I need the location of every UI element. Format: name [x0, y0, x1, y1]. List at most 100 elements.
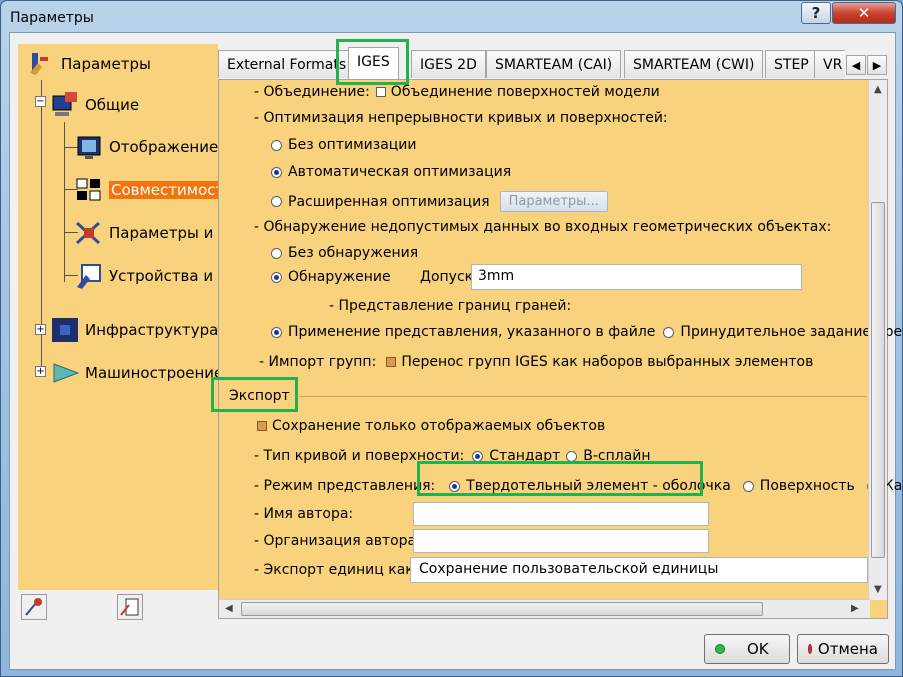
- organization-label: - Организация автора:: [254, 533, 421, 549]
- units-select[interactable]: Сохранение пользовательской единицы: [410, 557, 868, 583]
- detect-none-radio[interactable]: Без обнаружения: [271, 245, 418, 261]
- optimization-title-text: - Оптимизация непрерывности кривых и пов…: [254, 110, 668, 126]
- horizontal-scroll-thumb[interactable]: [241, 602, 763, 616]
- detect-title: - Обнаружение недопустимых данных во вхо…: [254, 219, 831, 235]
- tree-item-label: Общие: [85, 96, 140, 114]
- expand-toggle[interactable]: +: [35, 366, 46, 377]
- tab-step[interactable]: STEP: [765, 50, 818, 78]
- tree-item-label: Параметры: [61, 55, 151, 73]
- tolerance-input[interactable]: 3mm: [471, 264, 802, 290]
- cancel-label: Отмена: [817, 640, 878, 658]
- tab-iges-2d[interactable]: IGES 2D: [411, 50, 486, 78]
- tab-vr[interactable]: VR: [814, 50, 845, 78]
- face-repr-file-radio[interactable]: [271, 326, 282, 338]
- group-import-checkbox[interactable]: [386, 357, 397, 367]
- help-icon: ?: [811, 4, 821, 22]
- detect-title-text: - Обнаружение недопустимых данных во вхо…: [254, 219, 832, 235]
- tab-iges[interactable]: IGES: [348, 47, 399, 79]
- tolerance-label: Допуск:: [420, 269, 478, 285]
- checkbox-label: Сохранение только отображаемых объектов: [272, 418, 606, 434]
- author-input[interactable]: [413, 502, 709, 526]
- close-icon: ✕: [857, 4, 871, 22]
- tree-item-compatibility[interactable]: Совместимость: [74, 175, 218, 205]
- opt-extended-radio[interactable]: Расширенная оптимизация Параметры...: [271, 191, 608, 212]
- radio-label: Стандарт: [489, 448, 561, 464]
- radio-label: Применение представления, указанного в ф…: [288, 324, 656, 340]
- checkbox-label: Перенос групп IGES как наборов выбранных…: [401, 354, 814, 370]
- vertical-scroll-thumb[interactable]: [871, 202, 885, 558]
- options-dialog: Параметры ? ✕ Параметры − Общие Отображе…: [0, 0, 903, 677]
- tree-item-label: Инфраструктура: [85, 321, 218, 339]
- face-repr-forced-radio[interactable]: [663, 326, 675, 338]
- horizontal-scrollbar[interactable]: ◀ ▶: [219, 599, 870, 618]
- opt-auto-radio[interactable]: Автоматическая оптимизация: [271, 164, 511, 180]
- display-icon: [74, 132, 104, 162]
- radio-label: Поверхность: [759, 478, 855, 494]
- repr-solid-radio[interactable]: [449, 480, 461, 492]
- infrastructure-icon: [50, 315, 80, 345]
- author-label: - Имя автора:: [254, 506, 354, 522]
- pin-tool-icon: [25, 598, 42, 616]
- cancel-button[interactable]: Отмена: [797, 634, 889, 664]
- organization-row: - Организация автора:: [254, 529, 709, 553]
- tree-item-label: Отображение: [109, 138, 218, 156]
- radio-label: В-сплайн: [583, 448, 651, 464]
- chevron-left-icon: ◀: [851, 58, 861, 72]
- tree-item-general[interactable]: Общие: [50, 90, 139, 120]
- save-visible-row[interactable]: Сохранение только отображаемых объектов: [257, 418, 605, 434]
- scroll-left-icon[interactable]: ◀: [225, 603, 233, 614]
- repr-surface-radio[interactable]: [742, 480, 754, 492]
- save-visible-checkbox[interactable]: [257, 421, 267, 431]
- merge-label: - Объединение:: [254, 84, 370, 100]
- export-section-title: Экспорт: [229, 388, 290, 404]
- cancel-icon: [808, 644, 812, 654]
- radio-label: Без оптимизации: [288, 137, 417, 153]
- face-repr-row: Применение представления, указанного в ф…: [271, 324, 902, 340]
- tree-item-mechanical[interactable]: Машиностроение: [50, 358, 218, 388]
- detect-on-radio[interactable]: [271, 271, 282, 283]
- curve-standard-radio[interactable]: [472, 450, 484, 462]
- export-title-text: Экспорт: [229, 388, 290, 404]
- tab-external-formats[interactable]: External Formats: [218, 50, 356, 78]
- scroll-right-icon[interactable]: ▶: [851, 603, 859, 614]
- group-import-label: - Импорт групп:: [259, 354, 377, 370]
- repr-mode-label: - Режим представления:: [254, 478, 436, 494]
- tab-strip: External Formats IGES IGES 2D SMARTEAM (…: [218, 47, 845, 79]
- help-button[interactable]: ?: [801, 2, 831, 24]
- expand-toggle[interactable]: +: [35, 324, 46, 335]
- tab-smarteam-cai[interactable]: SMARTEAM (CAI): [486, 50, 622, 78]
- tree-item-display[interactable]: Отображение: [74, 132, 218, 162]
- curve-type-row: - Тип кривой и поверхности: Стандарт В-с…: [254, 448, 651, 464]
- merge-checkbox[interactable]: [375, 87, 386, 97]
- collapse-toggle[interactable]: −: [35, 96, 46, 107]
- tree-item-label: Совместимость: [109, 181, 218, 199]
- mechanical-icon: [50, 358, 80, 388]
- compatibility-icon: [74, 175, 104, 205]
- options-tree: Параметры − Общие Отображение Совместимо…: [18, 44, 218, 590]
- organization-input[interactable]: [413, 529, 709, 553]
- tree-item-options[interactable]: Параметры: [26, 49, 151, 79]
- tree-item-parameters[interactable]: Параметры и: [74, 218, 213, 248]
- detect-on-row: Обнаружение Допуск: 3mm: [271, 264, 802, 290]
- options-root-icon: [26, 49, 56, 79]
- settings-tool-button[interactable]: [21, 594, 47, 620]
- merge-row: - Объединение: Объединение поверхностей …: [254, 84, 660, 100]
- tab-scroll-left[interactable]: ◀: [846, 55, 866, 75]
- optimization-params-button[interactable]: Параметры...: [499, 191, 608, 212]
- tree-item-label: Машиностроение: [85, 364, 218, 382]
- tree-item-infrastructure[interactable]: Инфраструктура: [50, 315, 218, 345]
- close-button[interactable]: ✕: [832, 2, 896, 24]
- ok-button[interactable]: OK: [704, 634, 790, 664]
- curve-bspline-radio[interactable]: [566, 450, 578, 462]
- vertical-scrollbar[interactable]: ▲ ▼: [868, 80, 887, 600]
- devices-icon: [74, 261, 104, 291]
- title-bar[interactable]: Параметры ? ✕: [1, 1, 902, 35]
- tree-item-devices[interactable]: Устройства и: [74, 261, 213, 291]
- tab-smarteam-cwi[interactable]: SMARTEAM (CWI): [624, 50, 764, 78]
- scroll-down-icon[interactable]: ▼: [874, 584, 882, 595]
- scroll-up-icon[interactable]: ▲: [874, 84, 882, 95]
- document-tool-button[interactable]: [117, 594, 143, 620]
- opt-none-radio[interactable]: Без оптимизации: [271, 137, 417, 153]
- ok-label: OK: [747, 640, 769, 658]
- tab-scroll-right[interactable]: ▶: [867, 55, 887, 75]
